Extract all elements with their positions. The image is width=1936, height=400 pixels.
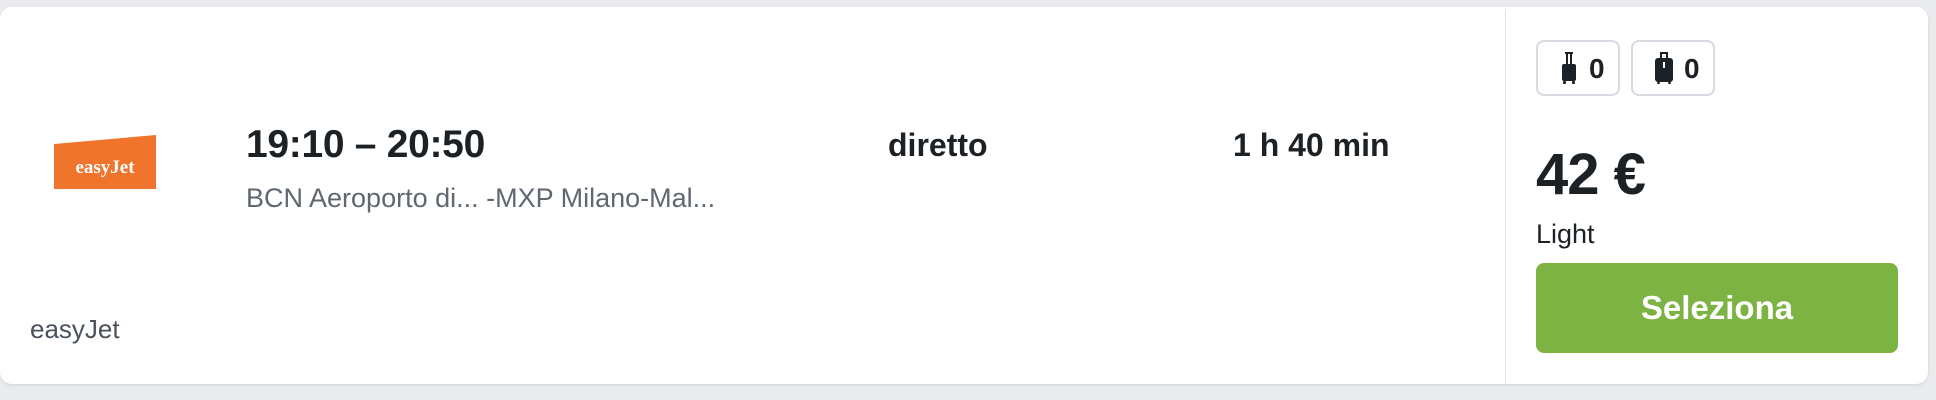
checked-bag-count: 0 — [1684, 53, 1700, 84]
flight-details: easyJet easyJet 19:10 – 20:50 BCN Aeropo… — [0, 7, 1505, 384]
flight-result-card[interactable]: easyJet easyJet 19:10 – 20:50 BCN Aeropo… — [0, 7, 1928, 384]
checked-bag-icon — [1655, 52, 1673, 84]
select-button[interactable]: Seleziona — [1536, 263, 1898, 353]
stops-label: diretto — [888, 127, 988, 163]
cabin-bag-icon — [1562, 52, 1576, 84]
flight-time-range: 19:10 – 20:50 — [246, 123, 485, 166]
cabin-bag-chip[interactable]: 0 — [1536, 40, 1620, 96]
cabin-bag-count: 0 — [1589, 53, 1605, 84]
fare-name: Light — [1536, 219, 1595, 249]
fare-panel: 0 0 42 € Light Seleziona — [1506, 7, 1928, 384]
checked-bag-chip[interactable]: 0 — [1631, 40, 1715, 96]
flight-duration: 1 h 40 min — [1233, 127, 1390, 163]
svg-text:easyJet: easyJet — [75, 157, 135, 178]
flight-route: BCN Aeroporto di... -MXP Milano-Mal... — [246, 183, 716, 213]
airline-logo: easyJet — [54, 135, 156, 197]
airline-name: easyJet — [30, 314, 120, 344]
fare-price: 42 € — [1536, 142, 1646, 207]
